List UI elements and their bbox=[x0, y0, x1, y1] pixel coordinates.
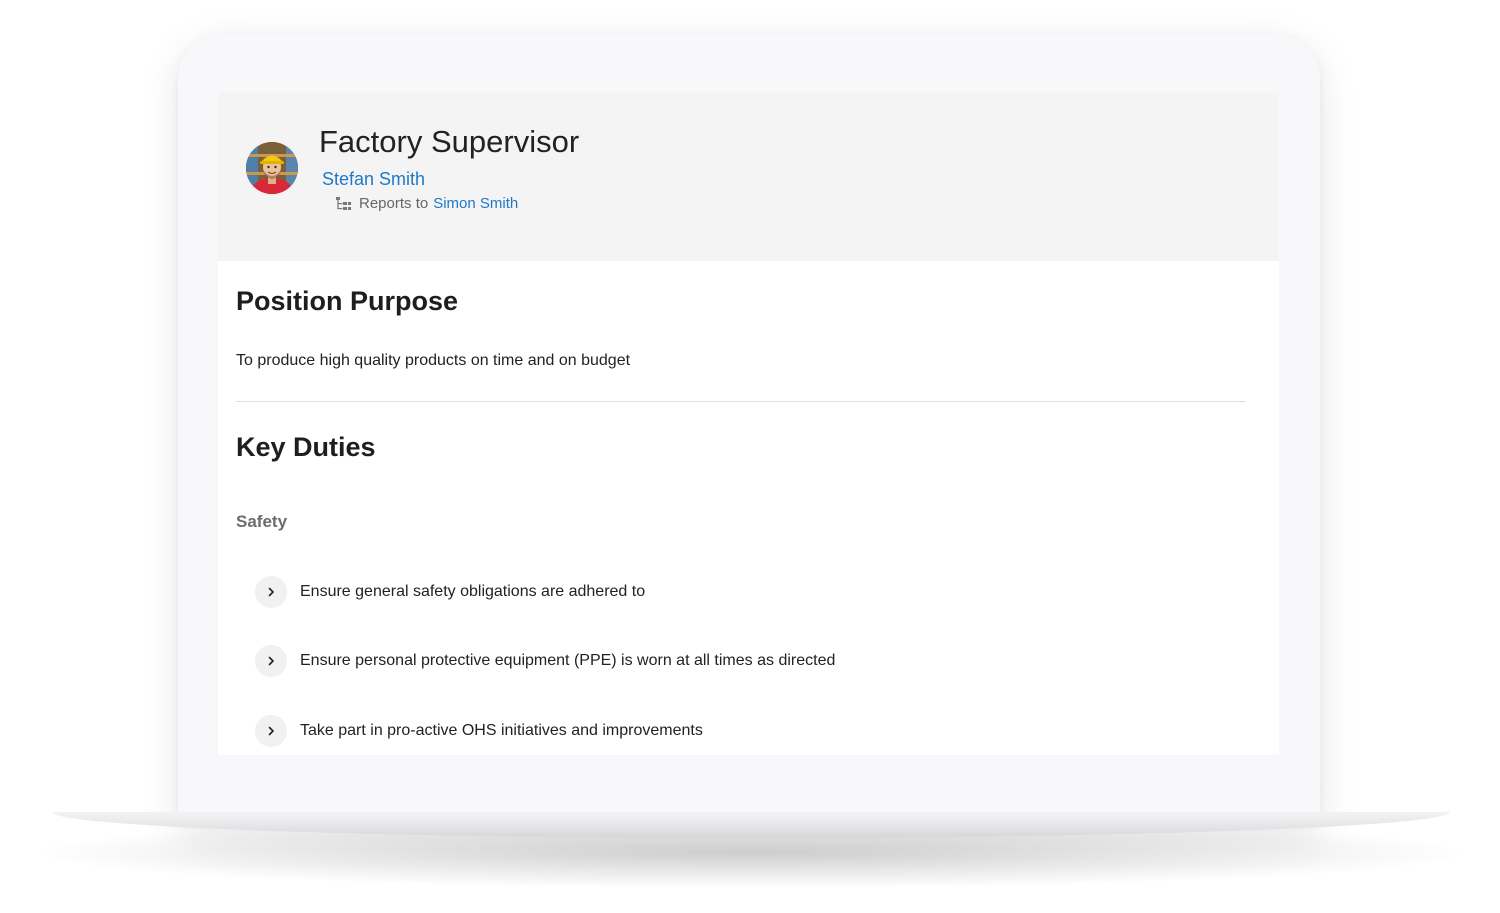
reports-to-row: Reports to Simon Smith bbox=[335, 195, 518, 212]
position-description-screen: Factory Supervisor Stefan Smith Reports … bbox=[218, 92, 1279, 755]
duty-item[interactable]: Ensure personal protective equipment (PP… bbox=[255, 645, 835, 677]
key-duties-heading: Key Duties bbox=[236, 432, 376, 462]
section-divider bbox=[236, 401, 1245, 402]
laptop-mockup: Factory Supervisor Stefan Smith Reports … bbox=[0, 0, 1500, 913]
org-chart-icon bbox=[336, 196, 351, 210]
chevron-right-icon[interactable] bbox=[255, 645, 287, 677]
profile-header: Factory Supervisor Stefan Smith Reports … bbox=[218, 92, 1279, 261]
manager-name-link[interactable]: Simon Smith bbox=[433, 195, 518, 212]
position-purpose-text: To produce high quality products on time… bbox=[236, 352, 631, 369]
duty-text: Take part in pro-active OHS initiatives … bbox=[300, 722, 703, 739]
position-title: Factory Supervisor bbox=[319, 124, 580, 159]
worker-avatar-icon[interactable] bbox=[246, 142, 298, 194]
duty-category-safety: Safety bbox=[236, 512, 288, 531]
duty-item[interactable]: Take part in pro-active OHS initiatives … bbox=[255, 715, 703, 747]
chevron-right-icon[interactable] bbox=[255, 576, 287, 608]
duty-item[interactable]: Ensure general safety obligations are ad… bbox=[255, 576, 645, 608]
reports-to-label: Reports to bbox=[359, 195, 429, 212]
duty-text: Ensure general safety obligations are ad… bbox=[300, 583, 646, 600]
chevron-right-icon[interactable] bbox=[255, 715, 287, 747]
position-purpose-heading: Position Purpose bbox=[236, 286, 459, 316]
person-name-link[interactable]: Stefan Smith bbox=[322, 169, 425, 190]
duty-text: Ensure personal protective equipment (PP… bbox=[300, 652, 836, 669]
